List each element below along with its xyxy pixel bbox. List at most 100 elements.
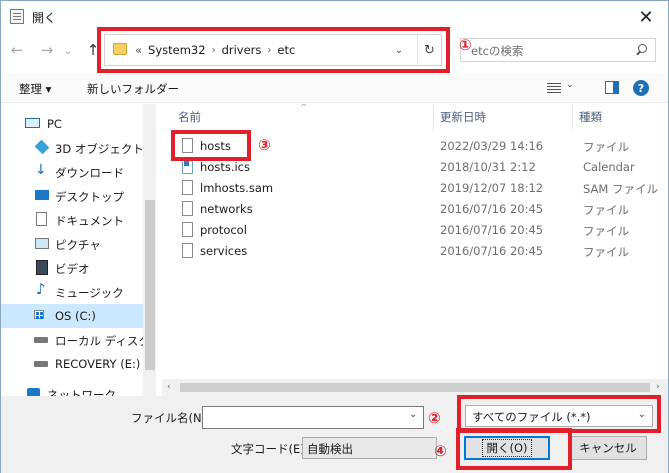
- search-icon[interactable]: [635, 44, 647, 56]
- chevron-down-icon[interactable]: ⌄: [638, 409, 646, 420]
- filename-input[interactable]: [202, 406, 424, 429]
- sidebar-item-label: 3D オブジェクト: [55, 142, 143, 156]
- annotation-1: ①: [459, 36, 472, 54]
- windows-drive-icon: [34, 310, 44, 319]
- up-arrow-icon[interactable]: ↑: [83, 39, 103, 61]
- search-input[interactable]: etcの検索: [460, 38, 656, 62]
- sidebar-item-network[interactable]: ネットワーク: [1, 382, 143, 396]
- table-row[interactable]: networks 2016/07/16 20:45 ファイル: [162, 199, 668, 220]
- file-type: ファイル: [583, 224, 629, 238]
- chevron-down-icon[interactable]: ⌄: [391, 41, 407, 59]
- file-type-value: すべてのファイル (*.*): [472, 410, 591, 424]
- sidebar-item-videos[interactable]: ビデオ: [1, 256, 143, 280]
- breadcrumb-etc[interactable]: etc: [277, 43, 295, 57]
- sidebar-item-label: ビデオ: [55, 262, 90, 276]
- desktop-icon: [35, 190, 49, 200]
- address-bar[interactable]: « System32 › drivers › etc ⌄ ↻: [104, 34, 442, 66]
- refresh-icon[interactable]: ↻: [417, 35, 441, 65]
- file-date: 2018/10/31 2:12: [440, 160, 536, 174]
- chevron-right-icon[interactable]: ›: [267, 45, 271, 56]
- encoding-value: 自動検出: [307, 442, 353, 456]
- navigation-pane: PC 3D オブジェクト ↓ ダウンロード デスクトップ ドキュメント ピクチャ…: [1, 104, 156, 396]
- file-type-select[interactable]: すべてのファイル (*.*) ⌄: [465, 405, 653, 427]
- scroll-right-icon[interactable]: ›: [656, 382, 660, 392]
- back-arrow-icon[interactable]: ←: [7, 39, 27, 61]
- dialog-title: 開く: [32, 11, 57, 25]
- file-date: 2022/03/29 14:16: [440, 139, 544, 153]
- sidebar-item-os-c[interactable]: OS (C:): [1, 304, 143, 328]
- file-date: 2019/12/07 18:12: [440, 181, 544, 195]
- sidebar-scrollbar-thumb[interactable]: [145, 200, 155, 370]
- table-row[interactable]: protocol 2016/07/16 20:45 ファイル: [162, 220, 668, 241]
- scroll-left-icon[interactable]: ‹: [167, 382, 171, 392]
- file-icon: [182, 180, 193, 195]
- sidebar-item-label: ピクチャ: [55, 238, 101, 252]
- table-row[interactable]: hosts.ics 2018/10/31 2:12 Calendar: [162, 157, 668, 178]
- chevron-down-icon[interactable]: ⌄: [566, 80, 574, 90]
- sidebar-item-music[interactable]: ♪ ミュージック: [1, 280, 143, 304]
- network-icon: [27, 388, 40, 396]
- file-name: services: [200, 244, 248, 258]
- file-icon: [182, 201, 193, 216]
- sidebar-item-3d-objects[interactable]: 3D オブジェクト: [1, 136, 143, 160]
- sidebar-item-pc[interactable]: PC: [1, 112, 143, 136]
- sidebar-item-downloads[interactable]: ↓ ダウンロード: [1, 160, 143, 184]
- breadcrumb-overflow[interactable]: «: [135, 43, 142, 57]
- file-type: ファイル: [583, 245, 629, 259]
- preview-pane-icon[interactable]: [605, 81, 619, 94]
- open-button[interactable]: 開く(O): [464, 436, 550, 460]
- pc-icon: [25, 118, 40, 128]
- organize-button[interactable]: 整理 ▾: [19, 81, 51, 97]
- sidebar-item-desktop[interactable]: デスクトップ: [1, 184, 143, 208]
- chevron-down-icon[interactable]: ⌄: [409, 409, 417, 420]
- sidebar-item-documents[interactable]: ドキュメント: [1, 208, 143, 232]
- notepad-icon: [10, 9, 24, 24]
- table-row[interactable]: hosts 2022/03/29 14:16 ファイル: [162, 136, 668, 157]
- sidebar-item-label: PC: [47, 117, 62, 131]
- file-date: 2016/07/16 20:45: [440, 223, 544, 237]
- table-row[interactable]: lmhosts.sam 2019/12/07 18:12 SAM ファイル: [162, 178, 668, 199]
- help-icon[interactable]: ?: [633, 80, 649, 96]
- table-row[interactable]: services 2016/07/16 20:45 ファイル: [162, 241, 668, 262]
- file-name: protocol: [200, 223, 247, 237]
- sidebar-item-recovery-e[interactable]: RECOVERY (E:): [1, 352, 143, 376]
- sidebar-item-label: ローカル ディスク (D: [55, 334, 143, 348]
- column-header-type[interactable]: 種類: [573, 104, 668, 130]
- file-list: ^ 名前 更新日時 種類 hosts 2022/03/29 14:16 ファイル…: [162, 104, 668, 396]
- breadcrumb-system32[interactable]: System32: [148, 43, 206, 57]
- sidebar-item-pictures[interactable]: ピクチャ: [1, 232, 143, 256]
- sidebar-item-label: デスクトップ: [55, 190, 124, 204]
- encoding-label: 文字コード(E):: [231, 442, 309, 456]
- file-name: hosts.ics: [200, 160, 250, 174]
- chevron-right-icon[interactable]: ›: [212, 45, 216, 56]
- cancel-button[interactable]: キャンセル: [569, 436, 647, 460]
- recent-locations-icon[interactable]: ⌄: [61, 39, 75, 61]
- file-name: networks: [200, 202, 253, 216]
- file-date: 2016/07/16 20:45: [440, 202, 544, 216]
- new-folder-button[interactable]: 新しいフォルダー: [87, 81, 179, 97]
- view-details-icon[interactable]: [547, 82, 561, 94]
- annotation-2: ②: [428, 409, 441, 427]
- sidebar-item-label: RECOVERY (E:): [55, 357, 141, 371]
- forward-arrow-icon[interactable]: →: [37, 39, 57, 61]
- open-button-label: 開く(O): [482, 439, 532, 457]
- drive-icon: [34, 361, 48, 367]
- column-header-name[interactable]: 名前: [172, 104, 432, 130]
- file-date: 2016/07/16 20:45: [440, 244, 544, 258]
- file-name: hosts: [200, 139, 231, 153]
- sidebar-item-label: OS (C:): [55, 309, 96, 323]
- horizontal-scrollbar-thumb[interactable]: [180, 383, 650, 392]
- column-header-date[interactable]: 更新日時: [434, 104, 572, 130]
- breadcrumb-drivers[interactable]: drivers: [222, 43, 262, 57]
- annotation-3: ③: [258, 136, 271, 154]
- encoding-select[interactable]: 自動検出: [302, 437, 437, 459]
- music-icon: ♪: [36, 280, 46, 298]
- sidebar-item-local-disk-d[interactable]: ローカル ディスク (D: [1, 328, 143, 352]
- file-icon: [182, 138, 193, 153]
- download-icon: ↓: [35, 162, 47, 178]
- file-icon: [182, 243, 193, 258]
- file-type: SAM ファイル: [583, 182, 658, 196]
- file-type: ファイル: [583, 203, 629, 217]
- sidebar-item-label: ドキュメント: [55, 214, 124, 228]
- close-button[interactable]: ✕: [626, 3, 666, 31]
